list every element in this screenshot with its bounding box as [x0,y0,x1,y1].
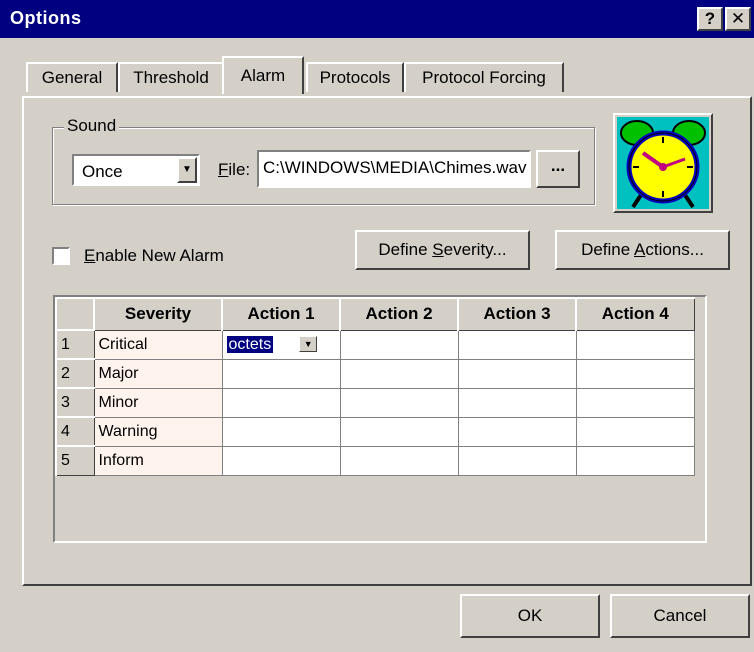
tab-alarm[interactable]: Alarm [222,56,304,94]
action2-cell[interactable] [339,329,459,360]
cancel-button[interactable]: Cancel [610,594,750,638]
action1-cell[interactable] [221,416,341,447]
column-header-action2[interactable]: Action 2 [339,297,459,331]
action1-cell-editing[interactable]: octets ▼ [221,329,341,360]
sound-mode-value: Once [82,162,123,181]
action2-cell[interactable] [339,445,459,476]
file-path-input[interactable]: C:\WINDOWS\MEDIA\Chimes.wav [257,150,531,188]
define-actions-pre: Define [581,240,634,259]
chevron-down-icon[interactable]: ▼ [177,157,197,183]
grid-table: Severity Action 1 Action 2 Action 3 Acti… [55,297,695,476]
browse-button[interactable]: ... [536,150,580,188]
action2-cell[interactable] [339,387,459,418]
row-number[interactable]: 2 [55,358,95,389]
title-bar: Options ? ✕ [0,0,754,38]
column-header-severity[interactable]: Severity [93,297,223,331]
action3-cell[interactable] [457,445,577,476]
row-number[interactable]: 3 [55,387,95,418]
action1-cell[interactable] [221,387,341,418]
grid-corner-header[interactable] [55,297,95,331]
column-header-action3[interactable]: Action 3 [457,297,577,331]
action2-cell[interactable] [339,416,459,447]
action2-cell[interactable] [339,358,459,389]
file-label: File: [218,160,250,180]
define-actions-accel: A [634,240,646,259]
enable-alarm-rest: nable New Alarm [95,246,224,265]
enable-alarm-checkbox[interactable] [52,247,70,265]
help-button[interactable]: ? [697,7,723,31]
severity-cell[interactable]: Major [93,358,223,389]
action1-cell[interactable] [221,358,341,389]
action3-cell[interactable] [457,358,577,389]
close-button[interactable]: ✕ [725,7,751,31]
tab-protocols[interactable]: Protocols [306,62,404,92]
define-actions-post: ctions... [645,240,704,259]
table-row[interactable]: 2 Major [55,358,695,389]
action4-cell[interactable] [575,387,695,418]
action1-selected-value[interactable]: octets [226,335,274,353]
row-number[interactable]: 1 [55,329,95,360]
alarm-clock-icon [613,113,713,213]
action1-cell[interactable] [221,445,341,476]
table-row[interactable]: 5 Inform [55,445,695,476]
window-title: Options [10,8,82,28]
row-number[interactable]: 5 [55,445,95,476]
define-severity-accel: S [432,240,444,259]
define-severity-pre: Define [378,240,433,259]
define-severity-post: everity... [443,240,507,259]
table-row[interactable]: 1 Critical octets ▼ [55,329,695,360]
enable-alarm-accel: E [84,246,96,265]
ok-button[interactable]: OK [460,594,600,638]
grid-header-row: Severity Action 1 Action 2 Action 3 Acti… [55,297,695,331]
sound-group-label: Sound [64,116,120,136]
define-actions-button[interactable]: Define Actions... [555,230,730,270]
action4-cell[interactable] [575,416,695,447]
action3-cell[interactable] [457,387,577,418]
column-header-action4[interactable]: Action 4 [575,297,695,331]
file-label-rest: ile: [228,160,251,179]
table-row[interactable]: 3 Minor [55,387,695,418]
severity-cell[interactable]: Inform [93,445,223,476]
define-severity-button[interactable]: Define Severity... [355,230,530,270]
row-number[interactable]: 4 [55,416,95,447]
tab-protocol-forcing[interactable]: Protocol Forcing [404,62,564,92]
tab-threshold[interactable]: Threshold [118,62,224,92]
enable-alarm-label: Enable New Alarm [84,246,224,266]
tab-general[interactable]: General [26,62,118,92]
action3-cell[interactable] [457,416,577,447]
action3-cell[interactable] [457,329,577,360]
severity-cell[interactable]: Minor [93,387,223,418]
severity-cell[interactable]: Warning [93,416,223,447]
dropdown-arrow-icon[interactable]: ▼ [299,336,318,353]
column-header-action1[interactable]: Action 1 [221,297,341,331]
severity-action-grid[interactable]: Severity Action 1 Action 2 Action 3 Acti… [53,295,707,543]
table-row[interactable]: 4 Warning [55,416,695,447]
action4-cell[interactable] [575,329,695,360]
action4-cell[interactable] [575,445,695,476]
severity-cell[interactable]: Critical [93,329,223,360]
sound-mode-select[interactable]: Once ▼ [72,154,200,186]
action4-cell[interactable] [575,358,695,389]
file-label-accel: F [218,160,229,179]
